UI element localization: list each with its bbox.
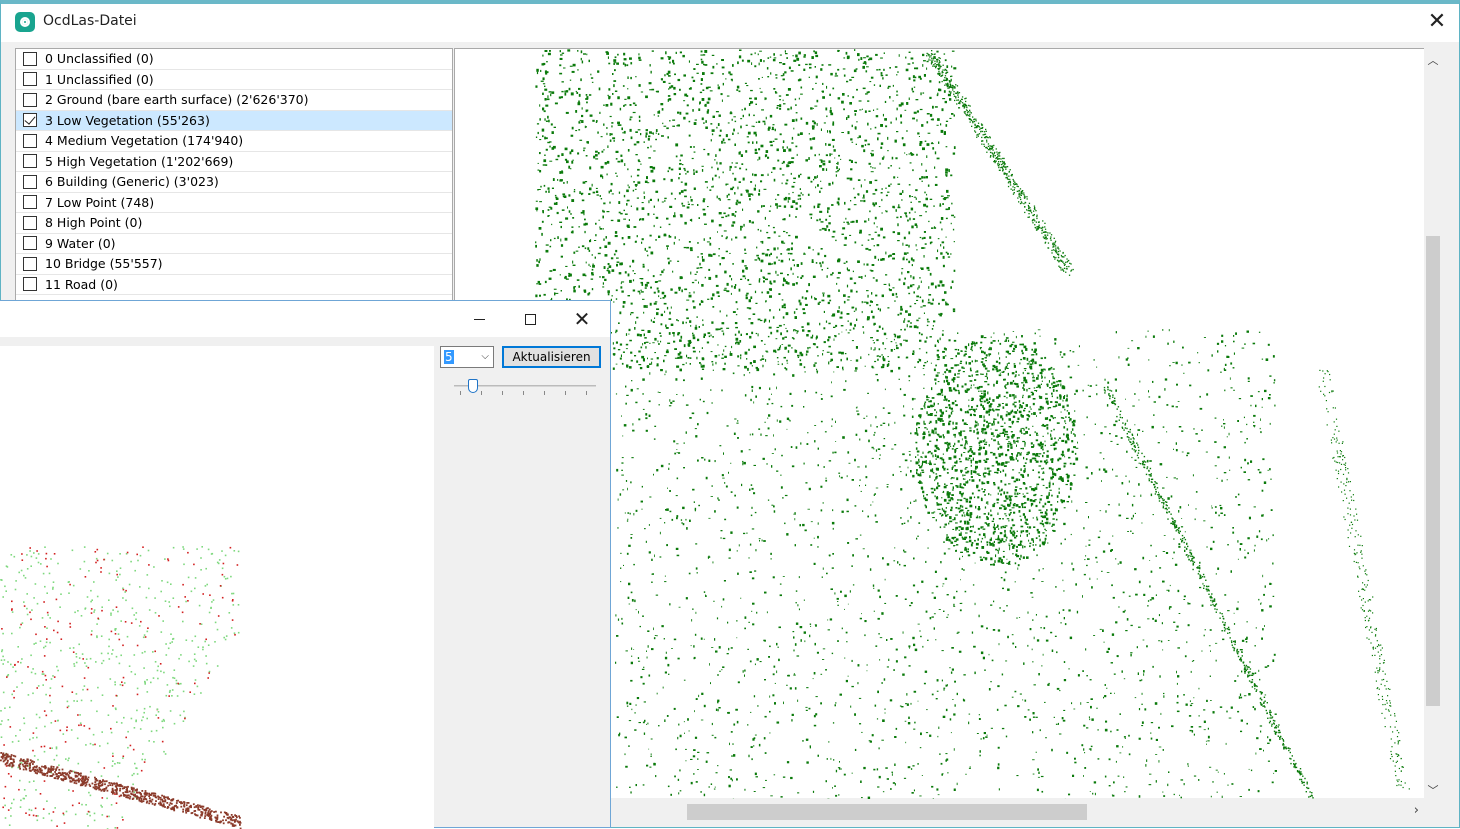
horizontal-scroll-thumb[interactable]	[687, 804, 1087, 820]
maximize-icon	[525, 314, 536, 325]
class-row[interactable]: 10 Bridge (55'557)	[16, 254, 452, 275]
minimize-icon	[474, 319, 485, 320]
class-label: 3 Low Vegetation (55'263)	[45, 113, 210, 128]
close-button[interactable]: ✕	[1423, 8, 1451, 36]
class-checkbox[interactable]	[23, 154, 37, 168]
chevron-down-icon: ⌵	[481, 347, 489, 367]
class-checkbox[interactable]	[23, 216, 37, 230]
slider-tick	[481, 391, 482, 395]
update-button[interactable]: Aktualisieren	[502, 346, 601, 368]
slider-tick	[586, 391, 587, 395]
class-checkbox[interactable]	[23, 277, 37, 291]
title-bar: OcdLas-Datei ✕	[1, 4, 1459, 42]
class-row[interactable]: 8 High Point (0)	[16, 213, 452, 234]
class-list: 0 Unclassified (0) 1 Unclassified (0) 2 Gr…	[15, 48, 453, 304]
slider-tick	[502, 391, 503, 395]
class-label: 1 Unclassified (0)	[45, 72, 154, 87]
class-row[interactable]: 11 Road (0)	[16, 275, 452, 296]
maximize-button[interactable]	[515, 305, 545, 333]
class-row[interactable]: 5 High Vegetation (1'202'669)	[16, 152, 452, 173]
profile-title-bar: ✕	[0, 301, 610, 337]
class-row[interactable]: 9 Water (0)	[16, 234, 452, 255]
window-title: OcdLas-Datei	[43, 13, 137, 29]
slider-tick	[544, 391, 545, 395]
class-row[interactable]: 6 Building (Generic) (3'023)	[16, 172, 452, 193]
slider-tick	[523, 391, 524, 395]
class-row[interactable]: 7 Low Point (748)	[16, 193, 452, 214]
vertical-scrollbar[interactable]: ︿ ﹀	[1424, 48, 1442, 802]
class-label: 2 Ground (bare earth surface) (2'626'370…	[45, 92, 309, 107]
slider-tick	[565, 391, 566, 395]
class-label: 9 Water (0)	[45, 236, 116, 251]
vertical-scroll-thumb[interactable]	[1426, 236, 1440, 706]
class-label: 8 High Point (0)	[45, 215, 142, 230]
profile-point-plot	[0, 346, 434, 829]
class-checkbox[interactable]	[23, 236, 37, 250]
app-icon	[15, 12, 35, 32]
class-label: 10 Bridge (55'557)	[45, 256, 163, 271]
class-checkbox[interactable]	[23, 72, 37, 86]
minimize-button[interactable]	[464, 305, 494, 333]
class-label: 0 Unclassified (0)	[45, 51, 154, 66]
profile-close-button[interactable]: ✕	[567, 305, 597, 333]
slider-tick	[460, 391, 461, 395]
class-checkbox[interactable]	[23, 134, 37, 148]
class-label: 6 Building (Generic) (3'023)	[45, 174, 219, 189]
class-label: 4 Medium Vegetation (174'940)	[45, 133, 243, 148]
class-row[interactable]: 0 Unclassified (0)	[16, 49, 452, 70]
scroll-right-icon[interactable]: ›	[1414, 803, 1419, 818]
class-row[interactable]: 3 Low Vegetation (55'263)	[16, 111, 452, 132]
scroll-down-icon[interactable]: ﹀	[1424, 782, 1442, 800]
class-checkbox[interactable]	[23, 175, 37, 189]
profile-view[interactable]	[0, 346, 434, 829]
profile-window: ✕ 5 ⌵ Aktualisieren	[0, 300, 611, 828]
width-select[interactable]: 5 ⌵	[440, 346, 494, 368]
scroll-up-icon[interactable]: ︿	[1424, 52, 1442, 70]
class-row[interactable]: 1 Unclassified (0)	[16, 70, 452, 91]
width-value: 5	[444, 350, 454, 364]
class-row[interactable]: 2 Ground (bare earth surface) (2'626'370…	[16, 90, 452, 111]
class-label: 5 High Vegetation (1'202'669)	[45, 154, 233, 169]
class-checkbox[interactable]	[23, 93, 37, 107]
class-row[interactable]: 4 Medium Vegetation (174'940)	[16, 131, 452, 152]
horizontal-scrollbar[interactable]: ›	[611, 802, 1425, 822]
class-label: 11 Road (0)	[45, 277, 118, 292]
class-checkbox[interactable]	[23, 52, 37, 66]
class-checkbox[interactable]	[23, 195, 37, 209]
class-checkbox[interactable]	[23, 257, 37, 271]
slider-thumb[interactable]	[468, 379, 478, 393]
class-checkbox[interactable]	[23, 113, 37, 127]
class-label: 7 Low Point (748)	[45, 195, 154, 210]
